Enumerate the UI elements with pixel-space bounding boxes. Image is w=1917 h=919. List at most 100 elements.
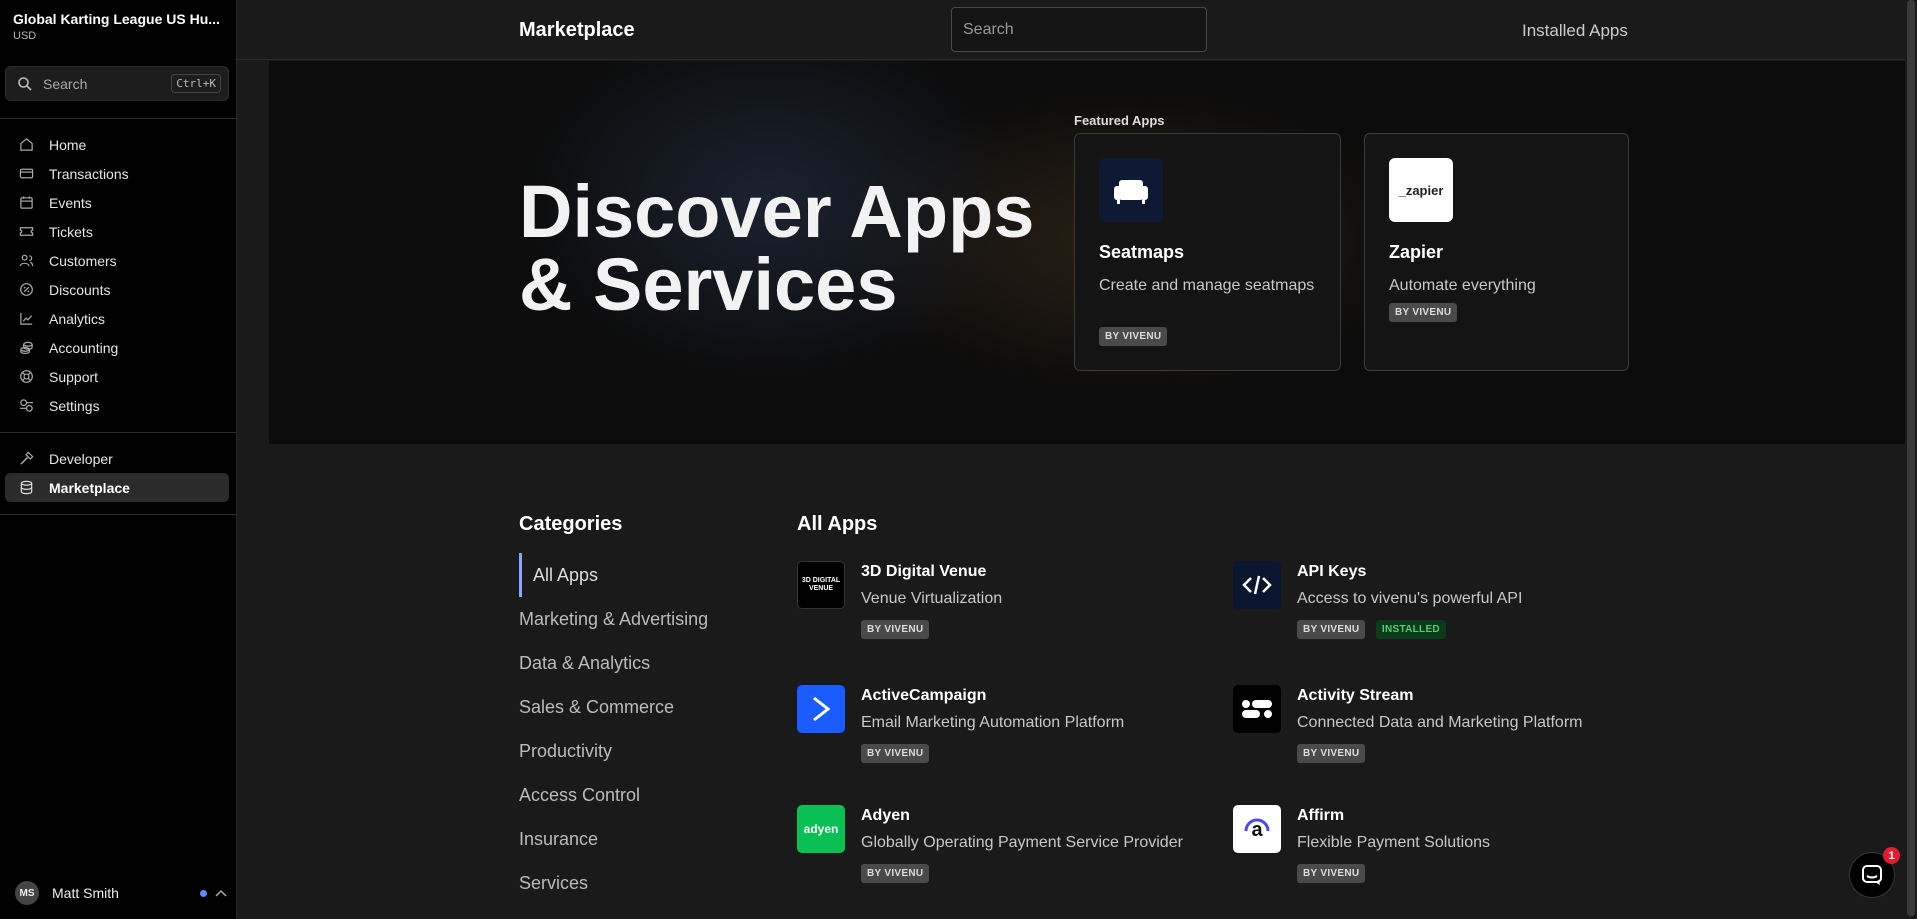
sidebar: Global Karting League US Hu... USD Searc… (0, 0, 237, 919)
chevron-up-icon[interactable] (215, 889, 227, 897)
scrollbar-thumb[interactable] (1907, 0, 1915, 916)
category-marketing[interactable]: Marketing & Advertising (519, 597, 708, 641)
sidebar-item-label: Analytics (49, 310, 106, 327)
by-vivenu-badge: BY VIVENU (861, 620, 930, 639)
main-content: Marketplace Installed Apps Discover Apps… (237, 0, 1917, 919)
app-card-affirm[interactable]: a Affirm Flexible Payment Solutions BY V… (1233, 805, 1653, 895)
app-description: Flexible Payment Solutions (1297, 834, 1490, 851)
app-name: API Keys (1297, 563, 1367, 580)
user-name: Matt Smith (52, 885, 119, 901)
hero-title: Discover Apps & Services (519, 170, 1035, 322)
search-icon (18, 76, 32, 91)
app-card-activecampaign[interactable]: ActiveCampaign Email Marketing Automatio… (797, 685, 1217, 775)
sidebar-item-transactions[interactable]: Transactions (5, 159, 229, 188)
lifebuoy-icon (20, 370, 33, 383)
database-icon (20, 480, 33, 495)
featured-app-description: Create and manage seatmaps (1099, 277, 1315, 294)
installed-apps-link[interactable]: Installed Apps (1522, 21, 1628, 41)
marketplace-search-input[interactable] (951, 7, 1207, 52)
sidebar-item-label: Tickets (49, 223, 93, 240)
sidebar-item-accounting[interactable]: Accounting (5, 333, 229, 362)
hammer-icon (20, 451, 34, 465)
app-description: Email Marketing Automation Platform (861, 714, 1125, 731)
app-name: Activity Stream (1297, 687, 1414, 704)
3d-digital-venue-logo: 3D DIGITAL VENUE (797, 561, 845, 609)
installed-badge: INSTALLED (1375, 620, 1446, 639)
adyen-logo: adyen (797, 805, 845, 853)
category-all-apps[interactable]: All Apps (519, 553, 708, 597)
app-description: Venue Virtualization (861, 590, 1003, 607)
app-description: Connected Data and Marketing Platform (1297, 714, 1583, 731)
sidebar-item-analytics[interactable]: Analytics (5, 304, 229, 333)
sidebar-item-customers[interactable]: Customers (5, 246, 229, 275)
sidebar-item-tickets[interactable]: Tickets (5, 217, 229, 246)
sidebar-item-discounts[interactable]: Discounts (5, 275, 229, 304)
activity-stream-icon (1233, 685, 1281, 733)
app-name: 3D Digital Venue (861, 563, 987, 580)
by-vivenu-badge: BY VIVENU (1297, 620, 1366, 639)
code-icon (1233, 561, 1281, 609)
sidebar-item-developer[interactable]: Developer (5, 444, 229, 473)
sidebar-search[interactable]: Search Ctrl+K (5, 66, 229, 101)
user-menu[interactable]: MS Matt Smith (15, 881, 227, 905)
secondary-nav: Developer Marketplace (5, 444, 229, 502)
sidebar-item-label: Accounting (49, 339, 119, 356)
featured-apps-label: Featured Apps (1074, 113, 1165, 128)
sidebar-item-label: Home (49, 136, 87, 153)
category-access-control[interactable]: Access Control (519, 773, 708, 817)
topbar: Marketplace Installed Apps (237, 0, 1917, 60)
divider (0, 432, 237, 433)
notification-dot (200, 889, 207, 897)
sidebar-item-events[interactable]: Events (5, 188, 229, 217)
app-name: Adyen (861, 807, 910, 824)
by-vivenu-badge: BY VIVENU (1389, 303, 1458, 322)
sidebar-item-support[interactable]: Support (5, 362, 229, 391)
sidebar-item-label: Discounts (49, 281, 111, 298)
app-card-adyen[interactable]: adyen Adyen Globally Operating Payment S… (797, 805, 1217, 895)
sidebar-item-label: Developer (49, 450, 113, 467)
hero-title-line1: Discover Apps (519, 170, 1035, 253)
featured-card-zapier[interactable]: _zapier Zapier Automate everything BY VI… (1364, 133, 1629, 371)
featured-app-name: Seatmaps (1099, 242, 1185, 262)
sidebar-item-marketplace[interactable]: Marketplace (5, 473, 229, 502)
by-vivenu-badge: BY VIVENU (1297, 864, 1366, 883)
app-card-activity-stream[interactable]: Activity Stream Connected Data and Marke… (1233, 685, 1653, 775)
org-currency: USD (13, 30, 37, 42)
by-vivenu-badge: BY VIVENU (861, 744, 930, 763)
app-card-3d-digital-venue[interactable]: 3D DIGITAL VENUE 3D Digital Venue Venue … (797, 561, 1217, 651)
chart-icon (20, 312, 33, 325)
app-card-api-keys[interactable]: API Keys Access to vivenu's powerful API… (1233, 561, 1653, 651)
chat-launcher[interactable]: 1 (1849, 847, 1900, 898)
settings-icon (19, 399, 34, 412)
category-services[interactable]: Services (519, 861, 708, 905)
org-name: Global Karting League US Hu... (13, 11, 220, 27)
coins-icon (20, 341, 33, 355)
featured-card-seatmaps[interactable]: Seatmaps Create and manage seatmaps BY V… (1074, 133, 1341, 371)
org-switcher[interactable]: Global Karting League US Hu... USD (13, 11, 223, 42)
app-name: ActiveCampaign (861, 687, 987, 704)
category-data-analytics[interactable]: Data & Analytics (519, 641, 708, 685)
zapier-logo: _zapier (1389, 158, 1453, 222)
sidebar-item-label: Customers (49, 252, 117, 269)
category-insurance[interactable]: Insurance (519, 817, 708, 861)
all-apps-title: All Apps (797, 513, 878, 535)
sidebar-item-label: Events (49, 194, 92, 211)
sofa-icon (1099, 158, 1163, 222)
sidebar-item-label: Settings (49, 397, 100, 414)
category-sales-commerce[interactable]: Sales & Commerce (519, 685, 708, 729)
category-productivity[interactable]: Productivity (519, 729, 708, 773)
scrollbar[interactable] (1905, 0, 1917, 919)
categories-title: Categories (519, 513, 623, 535)
primary-nav: Home Transactions Events Tickets Custome… (5, 130, 229, 420)
sidebar-item-home[interactable]: Home (5, 130, 229, 159)
search-shortcut: Ctrl+K (171, 74, 221, 93)
home-icon (20, 138, 33, 151)
affirm-logo: a (1233, 805, 1281, 853)
card-icon (19, 168, 34, 179)
featured-app-name: Zapier (1389, 242, 1444, 262)
by-vivenu-badge: BY VIVENU (1297, 744, 1366, 763)
page-title: Marketplace (519, 19, 635, 41)
app-description: Globally Operating Payment Service Provi… (861, 834, 1183, 851)
users-icon (19, 254, 34, 267)
sidebar-item-settings[interactable]: Settings (5, 391, 229, 420)
